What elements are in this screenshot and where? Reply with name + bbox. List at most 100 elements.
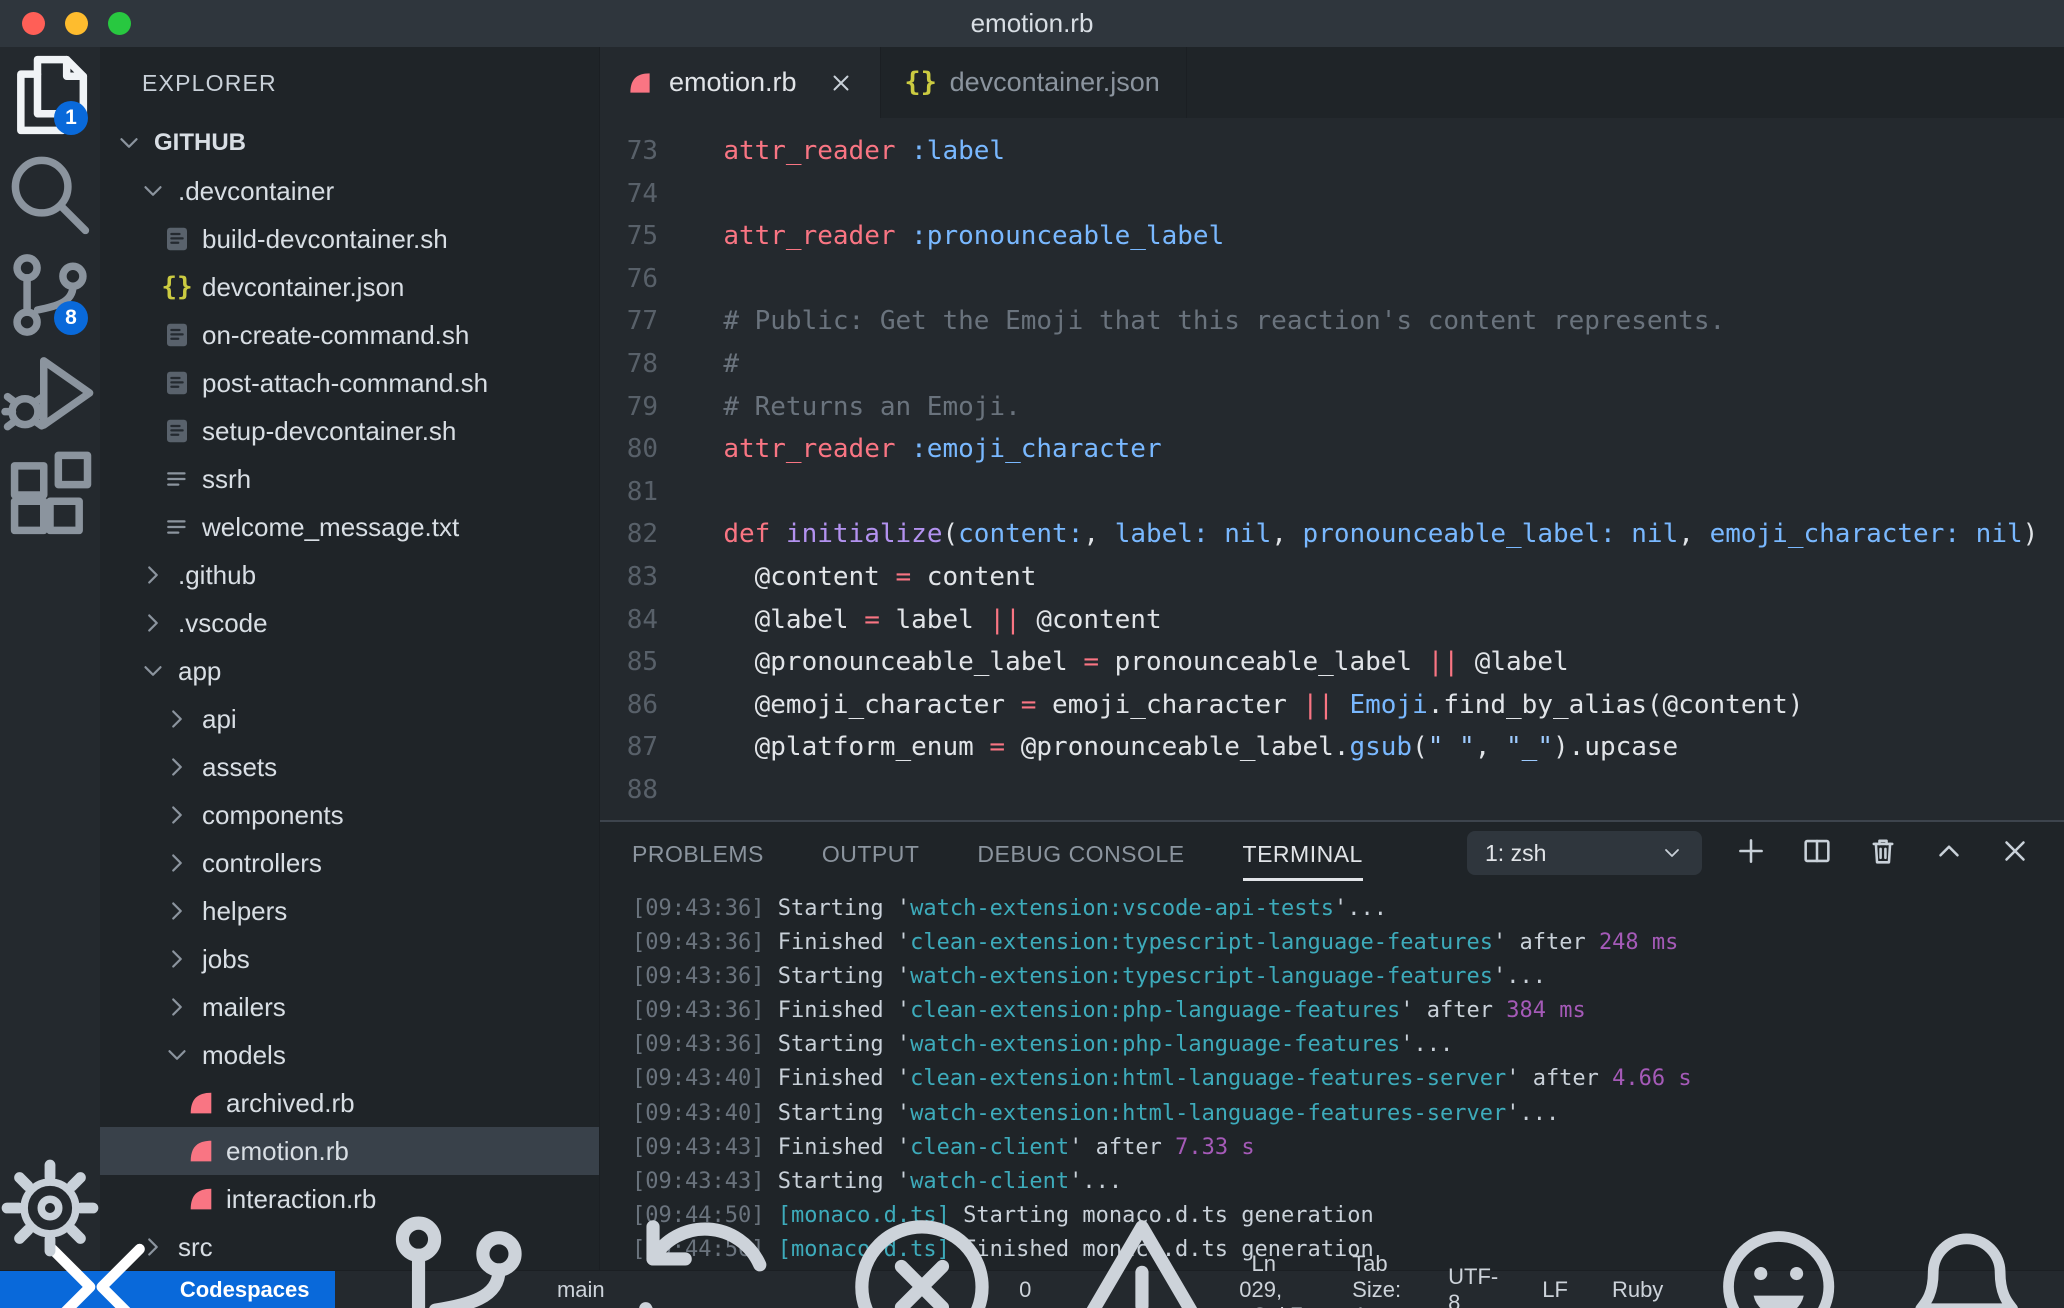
- panel-tab-problems[interactable]: PROBLEMS: [632, 826, 764, 881]
- line-number: 82: [626, 519, 658, 550]
- debug-icon: [0, 345, 100, 450]
- tree-item-ssrh[interactable]: ssrh: [100, 455, 599, 503]
- tree-item-label: GITHUB: [154, 129, 246, 156]
- ruby-file-icon: [626, 69, 654, 97]
- codespaces-remote-indicator[interactable]: Codespaces: [0, 1243, 336, 1308]
- close-window-button[interactable]: [22, 12, 45, 35]
- feedback-smiley[interactable]: [1707, 1215, 1850, 1308]
- editor-tab-emotion-rb[interactable]: emotion.rb: [600, 47, 881, 118]
- maximize-panel-button[interactable]: [1932, 836, 1966, 870]
- line-number: 83: [626, 561, 658, 592]
- problems-status[interactable]: 0 0: [834, 1199, 1251, 1308]
- tree-item-jobs[interactable]: jobs: [100, 935, 599, 983]
- tab-label: emotion.rb: [669, 67, 797, 97]
- code-line-75: 75 attr_reader :pronounceable_label: [600, 215, 2064, 258]
- tree-item-mailers[interactable]: mailers: [100, 983, 599, 1031]
- chevron-right-icon: [162, 992, 192, 1022]
- files-icon: [0, 45, 100, 150]
- code-line-78: 78 #: [600, 343, 2064, 386]
- line-number: 84: [626, 604, 658, 635]
- eol-status[interactable]: LF: [1542, 1277, 1568, 1303]
- explorer-badge: 1: [54, 101, 88, 135]
- tree-item--github[interactable]: .github: [100, 551, 599, 599]
- tree-item-api[interactable]: api: [100, 695, 599, 743]
- chevron-right-icon: [138, 560, 168, 590]
- tree-item-build-devcontainer-sh[interactable]: build-devcontainer.sh: [100, 215, 599, 263]
- line-text: attr_reader :pronounceable_label: [723, 221, 1225, 252]
- cursor-position-status[interactable]: Ln 29, Col 7: [1251, 1251, 1308, 1308]
- tree-item-post-attach-command-sh[interactable]: post-attach-command.sh: [100, 359, 599, 407]
- code-editor[interactable]: 73 attr_reader :label 74 75 attr_reader :p…: [600, 118, 2064, 820]
- activity-settings[interactable]: [0, 1159, 100, 1260]
- notifications-bell[interactable]: [1895, 1215, 2038, 1308]
- tree-item-github[interactable]: GITHUB: [100, 119, 599, 167]
- tree-item-label: src: [178, 1231, 213, 1262]
- language-mode-status[interactable]: Ruby: [1612, 1277, 1663, 1303]
- activity-extensions[interactable]: [0, 447, 100, 547]
- json-braces-icon: {}: [161, 272, 193, 302]
- tree-item-welcome-message-txt[interactable]: welcome_message.txt: [100, 503, 599, 551]
- new-terminal-button[interactable]: [1734, 836, 1768, 870]
- tree-item-models[interactable]: models: [100, 1031, 599, 1079]
- tree-item-devcontainer-json[interactable]: {} devcontainer.json: [100, 263, 599, 311]
- activity-source-control[interactable]: 8: [0, 247, 100, 347]
- code-line-76: 76: [600, 258, 2064, 301]
- file-code-icon: [162, 320, 192, 350]
- bell-icon: [1895, 1215, 2038, 1308]
- code-line-82: 82 def initialize(content:, label: nil, …: [600, 513, 2064, 556]
- close-tab-icon[interactable]: [828, 70, 854, 96]
- file-code-icon: [162, 368, 192, 398]
- chevron-right-icon: [162, 944, 192, 974]
- codespaces-label: Codespaces: [179, 1276, 310, 1302]
- terminal-line: [09:43:43] Finished 'clean-client' after…: [632, 1134, 1255, 1160]
- line-number: 75: [626, 221, 658, 252]
- kill-terminal-button[interactable]: [1866, 836, 1900, 870]
- line-number: 81: [626, 476, 658, 507]
- smiley-icon: [1707, 1215, 1850, 1308]
- terminal-shell-select[interactable]: 1: zsh: [1467, 831, 1702, 875]
- minimize-window-button[interactable]: [65, 12, 88, 35]
- tree-item-label: assets: [202, 751, 278, 782]
- tree-item--vscode[interactable]: .vscode: [100, 599, 599, 647]
- terminal-line: [09:43:36] Starting 'watch-extension:typ…: [632, 964, 1546, 990]
- activity-explorer[interactable]: 1: [0, 47, 100, 147]
- code-line-73: 73 attr_reader :label: [600, 130, 2064, 173]
- editor-tab-devcontainer-json[interactable]: {} devcontainer.json: [881, 47, 1187, 118]
- split-terminal-button[interactable]: [1800, 836, 1834, 870]
- ruby-file-icon: [186, 1088, 216, 1118]
- activity-search[interactable]: [0, 147, 100, 247]
- tree-item-label: devcontainer.json: [202, 271, 405, 302]
- tree-item-label: jobs: [202, 943, 250, 974]
- tree-item-components[interactable]: components: [100, 791, 599, 839]
- warning-count: 0: [1239, 1276, 1252, 1302]
- tree-item-app[interactable]: app: [100, 647, 599, 695]
- close-panel-button[interactable]: [1998, 836, 2032, 870]
- tree-item-label: .github: [178, 559, 257, 590]
- activity-run-debug[interactable]: [0, 347, 100, 447]
- tree-item-on-create-command-sh[interactable]: on-create-command.sh: [100, 311, 599, 359]
- tab-size-status[interactable]: Tab Size: 4: [1352, 1251, 1404, 1308]
- tree-item-setup-devcontainer-sh[interactable]: setup-devcontainer.sh: [100, 407, 599, 455]
- editor-tab-bar: emotion.rb {} devcontainer.json: [600, 47, 2064, 118]
- line-number: 76: [626, 263, 658, 294]
- line-text: #: [723, 348, 739, 379]
- panel-tab-output[interactable]: OUTPUT: [822, 826, 920, 881]
- file-lines-icon: [162, 464, 192, 494]
- line-col-label: Ln 29, Col 7: [1251, 1250, 1302, 1308]
- tree-item-emotion-rb[interactable]: emotion.rb: [100, 1127, 599, 1175]
- tree-item--devcontainer[interactable]: .devcontainer: [100, 167, 599, 215]
- tree-item-controllers[interactable]: controllers: [100, 839, 599, 887]
- tree-item-helpers[interactable]: helpers: [100, 887, 599, 935]
- tree-item-archived-rb[interactable]: archived.rb: [100, 1079, 599, 1127]
- git-branch-status[interactable]: main: [371, 1199, 790, 1308]
- zoom-window-button[interactable]: [108, 12, 131, 35]
- window-title: emotion.rb: [970, 8, 1094, 38]
- file-lines-icon: [162, 512, 192, 542]
- line-number: 78: [626, 348, 658, 379]
- panel-tab-terminal[interactable]: TERMINAL: [1242, 826, 1363, 881]
- code-line-83: 83 @content = content: [600, 556, 2064, 599]
- close-icon: [1998, 834, 2032, 873]
- encoding-status[interactable]: UTF-8: [1448, 1264, 1498, 1308]
- panel-tab-debug-console[interactable]: DEBUG CONSOLE: [977, 826, 1184, 881]
- tree-item-assets[interactable]: assets: [100, 743, 599, 791]
